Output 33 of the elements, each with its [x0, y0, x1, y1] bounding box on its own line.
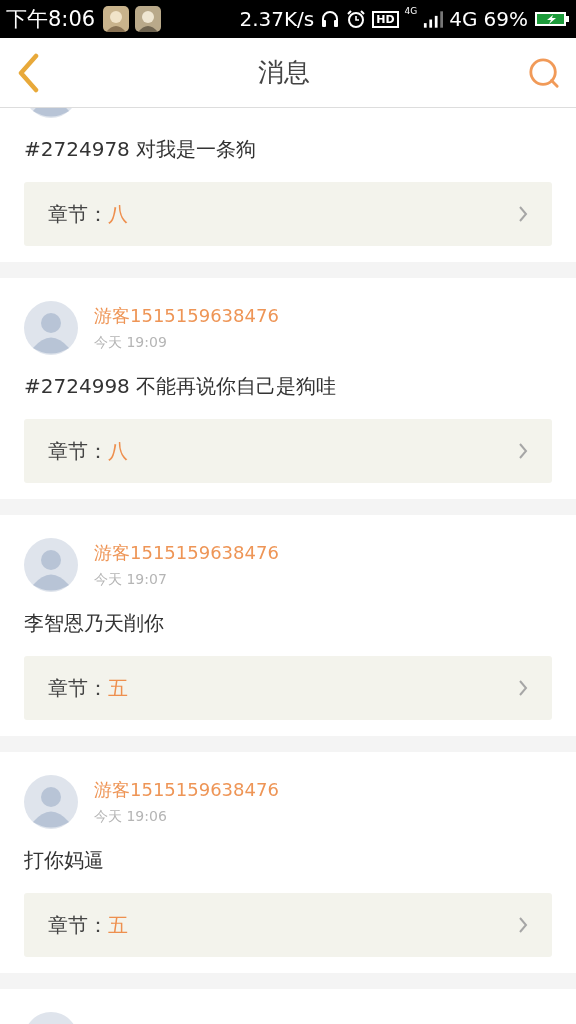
battery-charging-icon: [534, 10, 570, 28]
message-text: 打你妈逼: [24, 847, 105, 874]
chevron-right-icon: [518, 205, 528, 223]
network-type: 4G: [449, 7, 478, 31]
page-title: 消息: [257, 56, 311, 89]
message-text: #2724998 不能再说你自己是狗哇: [24, 373, 338, 400]
avatar-icon: [24, 301, 78, 355]
message-time: 今天 19:06: [94, 808, 168, 826]
network-speed: 2.37K/s: [239, 7, 315, 31]
status-time: 下午8:06: [6, 6, 96, 33]
headphones-icon: [320, 9, 341, 29]
message-time: 今天 19:07: [94, 571, 168, 589]
chevron-right-icon: [518, 679, 528, 697]
signal-icon: [423, 10, 444, 28]
hd-icon: HD: [372, 10, 399, 28]
chapter-link[interactable]: 章节：八: [24, 419, 552, 483]
chevron-right-icon: [518, 916, 528, 934]
chapter-link[interactable]: 章节：八: [24, 182, 552, 246]
chevron-right-icon: [518, 442, 528, 460]
back-icon[interactable]: [16, 52, 40, 93]
network-type: 4G: [404, 6, 418, 16]
chapter-link[interactable]: 章节：五: [24, 656, 552, 720]
notification-icon: [135, 6, 162, 32]
avatar-icon: [24, 775, 78, 829]
notification-icon: [103, 6, 130, 32]
avatar-icon: [24, 538, 78, 592]
search-icon[interactable]: [528, 56, 560, 89]
message-text: 李智恩乃天削你: [24, 610, 165, 637]
message-time: 今天 19:09: [94, 334, 168, 352]
battery-percent: 69%: [483, 7, 528, 31]
message-text: #2724978 对我是一条狗: [24, 136, 258, 163]
chapter-link[interactable]: 章节：五: [24, 893, 552, 957]
alarm-icon: [346, 9, 367, 29]
